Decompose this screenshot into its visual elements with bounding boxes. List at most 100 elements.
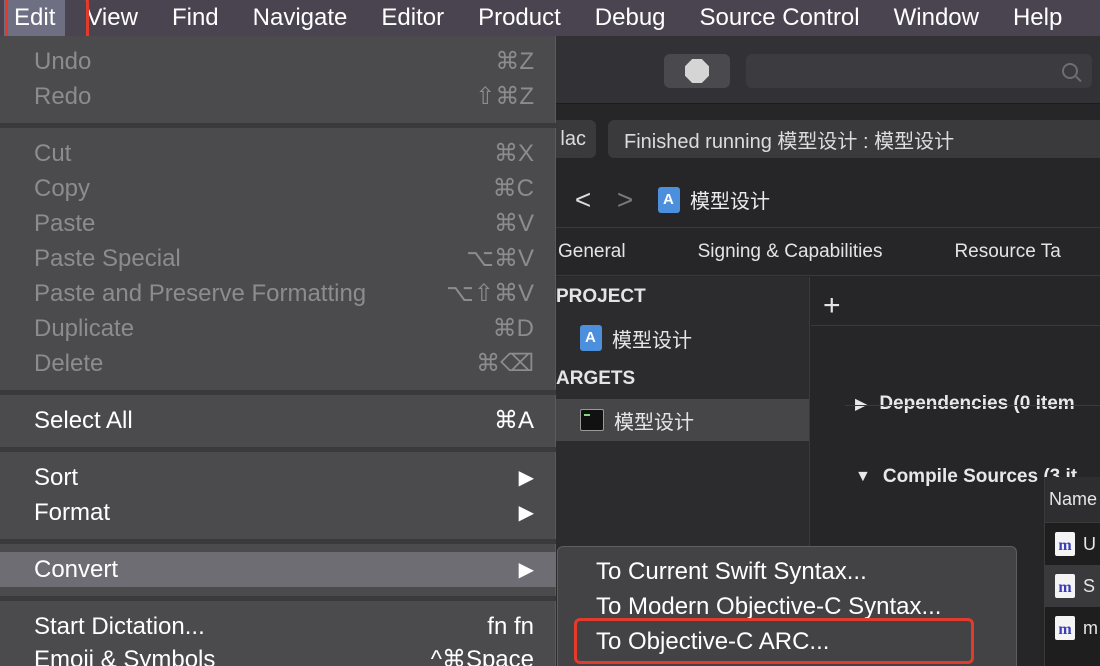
stop-button[interactable] [664, 54, 730, 88]
submenu-arrow-icon: ▶ [518, 559, 534, 581]
tab-general[interactable]: General [558, 241, 626, 263]
menu-item-label: Start Dictation... [34, 612, 205, 640]
nav-back-icon[interactable]: < [572, 184, 594, 216]
tab-signing-capabilities[interactable]: Signing & Capabilities [698, 241, 883, 263]
submenu-item-objc-arc[interactable]: To Objective-C ARC... [558, 624, 1018, 659]
table-header-name[interactable]: Name [1045, 477, 1100, 523]
menu-item-label: Cut [34, 139, 72, 167]
menu-find[interactable]: Find [155, 0, 236, 36]
shortcut: ^⌘Space [430, 646, 534, 666]
table-row[interactable]: m m [1045, 607, 1100, 649]
menu-view[interactable]: View [69, 0, 155, 36]
shortcut: ⌘C [492, 175, 534, 202]
shortcut: fn fn [487, 612, 534, 640]
menu-item-label: Delete [34, 349, 104, 377]
window-toolbar [554, 36, 1100, 104]
shortcut: ⌥⌘V [466, 245, 534, 272]
objc-file-icon: m [1055, 532, 1075, 556]
menu-item-sort[interactable]: Sort ▶ [0, 460, 556, 495]
menu-item-label: Select All [34, 406, 133, 434]
file-name: S [1083, 575, 1096, 596]
menu-item-label: Redo [34, 82, 92, 110]
phase-dependencies[interactable]: ▶ Dependencies (0 item [855, 393, 1075, 415]
project-item[interactable]: 模型设计 [554, 317, 809, 359]
tab-resource-tags[interactable]: Resource Ta [954, 241, 1060, 263]
menu-item-redo[interactable]: Redo ⇧⌘Z [0, 79, 556, 114]
objc-file-icon: m [1055, 574, 1075, 598]
menu-bar: Edit View Find Navigate Editor Product D… [0, 0, 1100, 36]
menu-item-paste-special[interactable]: Paste Special ⌥⌘V [0, 241, 556, 276]
divider [811, 325, 1100, 326]
shortcut: ⌘V [493, 210, 534, 237]
shortcut: ⌘D [492, 315, 534, 342]
menu-item-label: Paste and Preserve Formatting [34, 279, 367, 307]
menu-separator [0, 539, 556, 544]
table-row[interactable]: m S [1045, 565, 1100, 607]
target-item[interactable]: 模型设计 [554, 399, 809, 441]
submenu-arrow-icon: ▶ [518, 467, 534, 489]
terminal-app-icon [580, 409, 604, 431]
shortcut: ⌘⌫ [476, 350, 534, 377]
menu-separator [0, 447, 556, 452]
status-text: Finished running 模型设计 : 模型设计 [624, 130, 955, 153]
project-file-icon [658, 186, 680, 213]
table-row[interactable]: m U [1045, 523, 1100, 565]
menu-separator [0, 596, 556, 601]
project-file-icon [580, 325, 602, 351]
file-name: m [1083, 617, 1098, 638]
search-icon [1062, 63, 1078, 79]
menu-item-copy[interactable]: Copy ⌘C [0, 171, 556, 206]
objc-file-icon: m [1055, 616, 1075, 640]
menu-item-delete[interactable]: Delete ⌘⌫ [0, 346, 556, 381]
menu-help[interactable]: Help [996, 0, 1079, 36]
shortcut: ⌘X [493, 140, 534, 167]
menu-item-select-all[interactable]: Select All ⌘A [0, 403, 556, 438]
submenu-item-modern-objc[interactable]: To Modern Objective-C Syntax... [558, 589, 1018, 624]
targets-header: ARGETS [556, 368, 636, 389]
menu-item-label: Emoji & Symbols [34, 645, 216, 666]
project-item-label: 模型设计 [612, 329, 692, 352]
menu-product[interactable]: Product [461, 0, 578, 36]
menu-item-label: Undo [34, 47, 92, 75]
add-phase-icon[interactable]: + [823, 291, 841, 321]
scheme-label: lac [560, 127, 586, 150]
stop-icon [685, 59, 709, 83]
menu-separator [0, 390, 556, 395]
menu-navigate[interactable]: Navigate [236, 0, 365, 36]
breadcrumb-project[interactable]: 模型设计 [690, 185, 770, 214]
menu-item-paste-preserve-formatting[interactable]: Paste and Preserve Formatting ⌥⇧⌘V [0, 276, 556, 311]
shortcut: ⌘A [493, 407, 534, 434]
target-item-label: 模型设计 [614, 411, 694, 434]
submenu-item-swift-syntax[interactable]: To Current Swift Syntax... [558, 554, 1018, 589]
editor-tab-bar: General Signing & Capabilities Resource … [554, 228, 1100, 276]
menu-item-label: Copy [34, 174, 91, 202]
library-search-field[interactable] [746, 54, 1092, 88]
menu-source-control[interactable]: Source Control [683, 0, 877, 36]
menu-editor[interactable]: Editor [364, 0, 461, 36]
menu-item-duplicate[interactable]: Duplicate ⌘D [0, 311, 556, 346]
nav-forward-icon[interactable]: > [614, 184, 636, 216]
menu-item-label: Duplicate [34, 314, 135, 342]
disclosure-right-icon: ▶ [855, 396, 868, 413]
phase-dependencies-label: Dependencies (0 item [879, 393, 1075, 414]
menu-item-label: Format [34, 498, 111, 526]
jump-bar: < > 模型设计 [554, 172, 1100, 228]
shortcut: ⌘Z [495, 48, 534, 75]
menu-item-label: Paste [34, 209, 96, 237]
menu-edit[interactable]: Edit [4, 0, 66, 36]
activity-status: Finished running 模型设计 : 模型设计 [608, 120, 1100, 158]
submenu-arrow-icon: ▶ [518, 502, 534, 524]
menu-item-start-dictation[interactable]: Start Dictation... fn fn [0, 609, 556, 644]
disclosure-down-icon: ▼ [855, 468, 871, 485]
menu-item-label: Sort [34, 463, 79, 491]
menu-item-convert[interactable]: Convert ▶ [0, 552, 556, 587]
menu-debug[interactable]: Debug [578, 0, 683, 36]
menu-item-undo[interactable]: Undo ⌘Z [0, 44, 556, 79]
menu-item-cut[interactable]: Cut ⌘X [0, 136, 556, 171]
menu-item-format[interactable]: Format ▶ [0, 495, 556, 530]
menu-separator [0, 123, 556, 128]
menu-item-emoji-symbols[interactable]: Emoji & Symbols ^⌘Space [0, 642, 556, 666]
menu-item-paste[interactable]: Paste ⌘V [0, 206, 556, 241]
compile-sources-table: Name m U m S m m [1044, 477, 1100, 666]
menu-window[interactable]: Window [877, 0, 996, 36]
